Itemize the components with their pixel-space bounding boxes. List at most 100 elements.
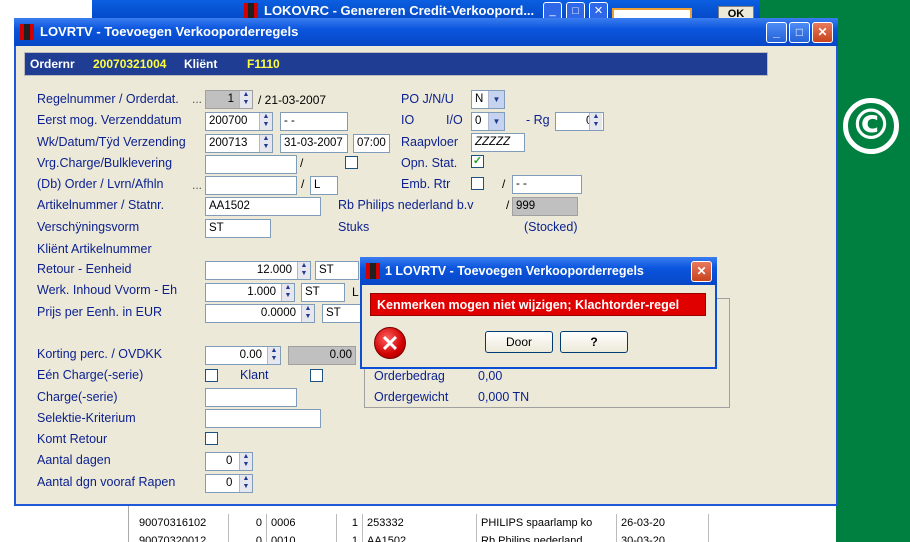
desktop-background-top [760,0,836,20]
bulklevering-checkbox[interactable] [345,156,358,169]
ordergewicht-label: Ordergewicht [374,390,449,404]
wk-time-field[interactable]: 07:00 [353,134,390,153]
orderbedrag-value: 0,00 [478,369,503,383]
orderdatum-value: / 21-03-2007 [258,93,327,107]
error-icon: ✕ [374,327,406,359]
korting-label: Korting perc. / OVDKK [37,347,163,361]
charge-label: Charge(-serie) [37,390,118,404]
dialog-close-button[interactable]: ✕ [691,261,712,282]
minimize-button[interactable]: _ [766,22,787,43]
korting-spinner[interactable]: ▲ ▼ [267,347,280,364]
help-button[interactable]: ? [560,331,628,353]
aantal-dagen-spinner[interactable]: ▲ ▼ [239,453,252,470]
lookup-dots[interactable]: ... [192,92,202,106]
vrg-slash: / [300,156,304,170]
rg-label: - Rg [526,113,550,127]
eerst-date-field[interactable]: - - [280,112,348,131]
wk-date-field[interactable]: 31-03-2007 [280,134,348,153]
aantal-dgn-spinner[interactable]: ▲ ▼ [239,475,252,492]
background-table: 90070316102 0 0006 1 253332 PHILIPS spaa… [128,506,728,542]
stuks-label: Stuks [338,220,370,234]
background-window-title: LOKOVRC - Genereren Credit-Verkoopord... [264,3,535,18]
maximize-button[interactable]: □ [789,22,810,43]
table-row[interactable]: 90070316102 0 0006 1 253332 PHILIPS spaa… [129,514,709,532]
io-label: IO [401,113,415,127]
prijs-field[interactable]: 0.0000 [205,304,315,323]
orderbedrag-label: Orderbedrag [374,369,445,383]
eerst-week-spinner[interactable]: ▲ ▼ [259,113,272,130]
artikel-label: Artikelnummer / Statnr. [37,198,165,212]
dialog-title: 1 LOVRTV - Toevoegen Verkooporderregels [385,264,644,278]
prijs-label: Prijs per Eenh. in EUR [37,305,163,319]
statnr-field: 999 [512,197,578,216]
supplier-slash: / [506,198,510,212]
app-icon [366,263,380,279]
io-sublabel: I/O [446,113,463,127]
klient-label: Kliënt [184,57,218,71]
retour-unit-field[interactable]: ST [315,261,359,280]
supplier-name: Rb Philips nederland b.v [338,198,474,212]
emb-slash: / [502,177,506,191]
emb-rtr-checkbox[interactable] [471,177,484,190]
raapvloer-field[interactable]: ZZZZZ [471,133,525,152]
app-icon [20,24,34,40]
raapvloer-label: Raapvloer [401,135,458,149]
werk-label: Werk. Inhoud Vvorm - Eh [37,283,178,297]
retour-label: Retour - Eenheid [37,262,132,276]
werk-letter: L [352,285,359,299]
eerst-label: Eerst mog. Verzenddatum [37,113,182,127]
werk-unit-field[interactable]: ST [301,283,345,302]
ordernr-value: 20070321004 [93,57,167,71]
charge-field[interactable] [205,388,297,407]
verschijning-field[interactable]: ST [205,219,271,238]
wk-label: Wk/Datum/Tÿd Verzending [37,135,186,149]
retour-spinner[interactable]: ▲ ▼ [297,262,310,279]
ordergewicht-value: 0,000 TN [478,390,530,404]
opn-stat-label: Opn. Stat. [401,156,458,170]
error-message: Kenmerken mogen niet wijzigen; Klachtord… [370,293,706,316]
db-order-label: (Db) Order / Lvrn/Afhln [37,177,164,191]
lvrn-afhln-field[interactable]: L [310,176,338,195]
klant-checkbox[interactable] [310,369,323,382]
desktop-background [836,0,910,542]
klient-value: F1110 [247,57,280,71]
klient-artikel-label: Kliënt Artikelnummer [37,242,152,256]
chevron-down-icon[interactable]: ▼ [488,113,504,130]
ordernr-label: Ordernr [30,57,75,71]
door-button[interactable]: Door [485,331,553,353]
een-charge-checkbox[interactable] [205,369,218,382]
app-icon [244,3,258,19]
emb-rtr-label: Emb. Rtr [401,177,451,191]
selektie-field[interactable] [205,409,321,428]
vrg-charge-field[interactable] [205,155,297,174]
een-charge-label: Eén Charge(-serie) [37,368,144,382]
regelnummer-label: Regelnummer / Orderdat. [37,92,179,106]
po-label: PO J/N/U [401,92,454,106]
ovdkk-field: 0.00 [288,346,356,365]
klant-label: Klant [240,368,269,382]
db-order-field[interactable] [205,176,297,195]
aantal-dagen-label: Aantal dagen [37,453,111,467]
copyright-watermark: © [843,98,899,154]
opn-stat-checkbox[interactable]: ✓ [471,155,484,168]
db-slash: / [301,177,305,191]
emb-rtr-field[interactable]: - - [512,175,582,194]
aantal-dgn-label: Aantal dgn vooraf Rapen [37,475,176,489]
lookup-dots[interactable]: ... [192,178,202,192]
retour-field[interactable]: 12.000 [205,261,311,280]
wk-week-spinner[interactable]: ▲ ▼ [259,135,272,152]
window-title: LOVRTV - Toevoegen Verkooporderregels [40,24,299,39]
selektie-label: Selektie-Kriterium [37,411,136,425]
table-row[interactable]: 90070320012 0 0010 1 AA1502 Rb Philips n… [129,532,709,542]
komt-retour-checkbox[interactable] [205,432,218,445]
stocked-label: (Stocked) [524,220,578,234]
rg-spinner[interactable]: ▲ ▼ [589,113,602,130]
werk-spinner[interactable]: ▲ ▼ [281,284,294,301]
chevron-down-icon[interactable]: ▼ [488,91,504,108]
close-button[interactable]: ✕ [812,22,833,43]
artikel-field[interactable]: AA1502 [205,197,321,216]
komt-retour-label: Komt Retour [37,432,108,446]
vrg-label: Vrg.Charge/Bulklevering [37,156,173,170]
regelnummer-spinner[interactable]: ▲ ▼ [239,91,252,108]
prijs-spinner[interactable]: ▲ ▼ [301,305,314,322]
